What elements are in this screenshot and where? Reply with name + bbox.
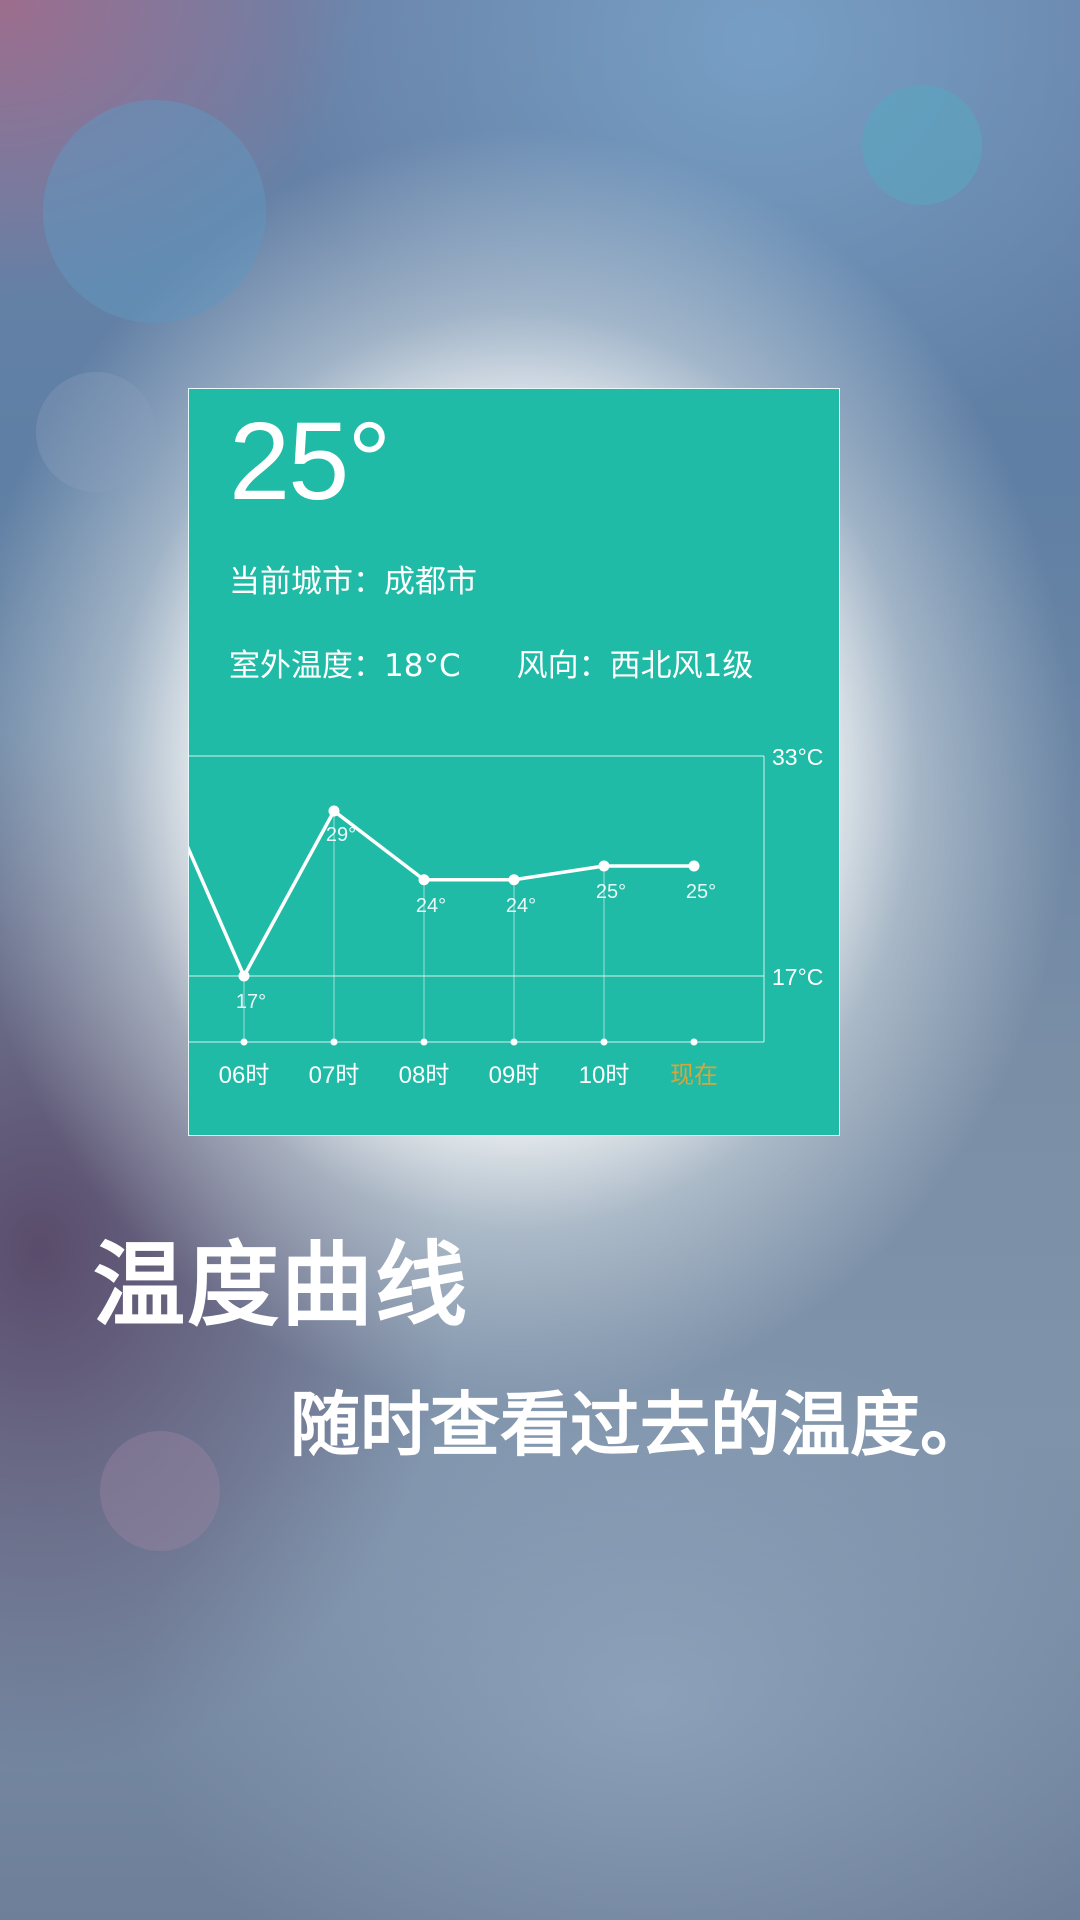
axis-tick-dot [510, 1038, 518, 1046]
y-max-label: 33°C [772, 744, 823, 770]
x-tick-label: 现在 [670, 1062, 718, 1089]
data-point [418, 874, 430, 886]
data-label: 25° [686, 881, 716, 903]
x-tick-label: 10时 [579, 1062, 630, 1089]
data-point [238, 970, 250, 982]
x-tick-label: 07时 [309, 1062, 360, 1089]
data-label: 29° [326, 824, 356, 846]
weather-widget-card: 25° 当前城市：成都市 室外温度：18°C 风向：西北风1级 33°C 17°C 1… [188, 388, 840, 1136]
bokeh-circle [43, 100, 266, 323]
promo-subtitle: 随时查看过去的温度。 [290, 1384, 990, 1466]
data-label: 25° [596, 881, 626, 903]
data-label: 24° [506, 895, 536, 917]
data-point [328, 805, 340, 817]
data-point [688, 860, 700, 872]
axis-tick-dot [600, 1038, 608, 1046]
axis-tick-dot [420, 1038, 428, 1046]
data-point [508, 874, 520, 886]
promo-title: 温度曲线 [93, 1232, 470, 1339]
temperature-line-chart: 33°C 17°C 17° 29° 24° 24° 25° 25° 06时 07时 08时 09时 10… [189, 744, 823, 1089]
bokeh-circle [36, 372, 156, 492]
x-tick-label: 06时 [219, 1062, 270, 1089]
data-label: 24° [416, 895, 446, 917]
axis-tick-dot [240, 1038, 248, 1046]
axis-tick-dot [690, 1038, 698, 1046]
x-tick-label: 09时 [489, 1062, 540, 1089]
data-point [598, 860, 610, 872]
y-min-label: 17°C [772, 964, 823, 990]
bokeh-circle [100, 1431, 220, 1551]
data-label: 17° [236, 991, 266, 1013]
axis-tick-dot [330, 1038, 338, 1046]
bokeh-circle [862, 85, 982, 205]
screen-background: 25° 当前城市：成都市 室外温度：18°C 风向：西北风1级 33°C 17°C 1… [0, 0, 1080, 1920]
x-tick-label: 08时 [399, 1062, 450, 1089]
